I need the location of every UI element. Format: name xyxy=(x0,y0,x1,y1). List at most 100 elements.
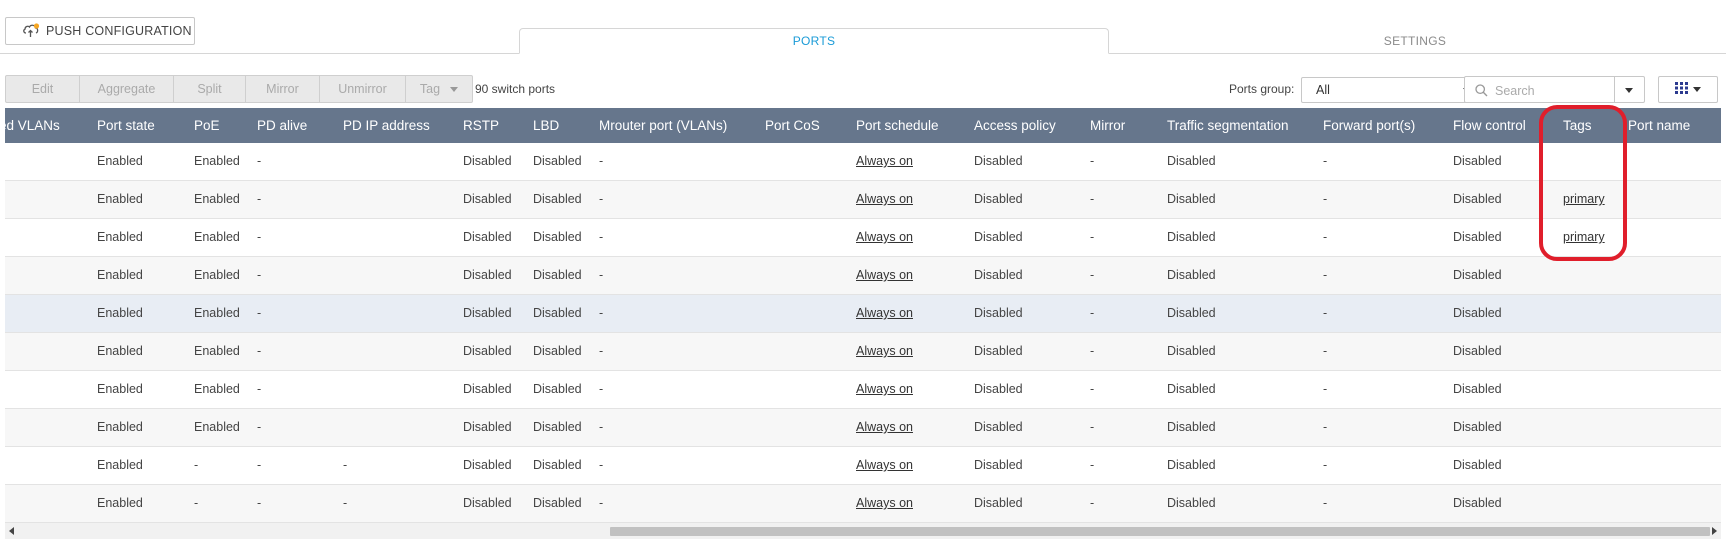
column-header[interactable]: Traffic segmentation xyxy=(1167,108,1289,143)
table-cell: Disabled xyxy=(974,344,1023,358)
column-header[interactable]: PD alive xyxy=(257,108,307,143)
table-cell: - xyxy=(1323,496,1328,510)
table-cell: Enabled xyxy=(97,496,143,510)
column-header[interactable]: Forward port(s) xyxy=(1323,108,1415,143)
table-cell: - xyxy=(1323,420,1328,434)
table-row[interactable]: Enabled Enabled - Disabled Disabled - Always o… xyxy=(5,371,1721,409)
table-cell-link[interactable]: Always on xyxy=(856,485,913,522)
table-cell: - xyxy=(257,496,262,510)
table-row[interactable]: Enabled Enabled - Disabled Disabled - Always o… xyxy=(5,219,1721,257)
table-cell: Disabled xyxy=(533,154,582,168)
table-cell: Disabled xyxy=(1453,154,1502,168)
table-cell: - xyxy=(1323,154,1328,168)
scroll-left-icon[interactable] xyxy=(9,527,14,535)
ports-group-select[interactable]: All xyxy=(1301,77,1482,103)
table-row[interactable]: Enabled Enabled - Disabled Disabled - Always o… xyxy=(5,143,1721,181)
table-cell: - xyxy=(599,268,604,282)
column-chooser-button[interactable] xyxy=(1658,76,1718,103)
column-header[interactable]: Tags xyxy=(1563,108,1592,143)
table-cell: Enabled xyxy=(194,344,240,358)
aggregate-button[interactable]: Aggregate xyxy=(79,75,174,103)
table-cell-link[interactable]: Always on xyxy=(856,295,913,332)
table-cell: Disabled xyxy=(1453,306,1502,320)
switch-port-count: 90 switch ports xyxy=(475,82,556,96)
table-cell: - xyxy=(257,192,262,206)
column-header[interactable]: LBD xyxy=(533,108,559,143)
table-cell-link[interactable]: primary xyxy=(1563,181,1605,218)
table-cell-link[interactable]: Always on xyxy=(856,409,913,446)
table-row[interactable]: Enabled - - - Disabled Disabled - Always on Disa… xyxy=(5,485,1721,523)
edit-button[interactable]: Edit xyxy=(5,75,80,103)
table-cell: - xyxy=(343,496,348,510)
table-cell: - xyxy=(599,458,604,472)
column-header[interactable]: Port state xyxy=(97,108,155,143)
table-cell: Disabled xyxy=(974,420,1023,434)
table-cell: Disabled xyxy=(463,382,512,396)
split-button[interactable]: Split xyxy=(173,75,246,103)
port-actions-group: Edit Aggregate Split Mirror Unmirror Tag xyxy=(5,75,473,103)
table-row[interactable]: Enabled Enabled - Disabled Disabled - Always o… xyxy=(5,409,1721,447)
table-cell: Disabled xyxy=(463,230,512,244)
table-cell: - xyxy=(1090,344,1095,358)
table-row[interactable]: Enabled Enabled - Disabled Disabled - Always o… xyxy=(5,333,1721,371)
horizontal-scrollbar[interactable] xyxy=(5,523,1721,539)
column-header[interactable]: Port CoS xyxy=(765,108,820,143)
table-row[interactable]: Enabled Enabled - Disabled Disabled - Always o… xyxy=(5,295,1721,333)
table-cell: Enabled xyxy=(97,458,143,472)
tab-ports[interactable]: PORTS xyxy=(519,28,1109,54)
table-header: ed VLANs Port state PoE PD alive PD IP addre… xyxy=(5,108,1721,143)
table-cell: Disabled xyxy=(1167,268,1216,282)
table-cell: - xyxy=(1090,382,1095,396)
mirror-button[interactable]: Mirror xyxy=(245,75,320,103)
table-cell-link[interactable]: Always on xyxy=(856,371,913,408)
table-cell: - xyxy=(257,344,262,358)
table-cell-link[interactable]: primary xyxy=(1563,219,1605,256)
table-row[interactable]: Enabled - - - Disabled Disabled - Always on Disa… xyxy=(5,447,1721,485)
table-cell: Disabled xyxy=(974,268,1023,282)
tab-settings[interactable]: SETTINGS xyxy=(1110,28,1720,54)
table-cell: Disabled xyxy=(463,344,512,358)
table-cell: Enabled xyxy=(97,192,143,206)
table-cell: Disabled xyxy=(1453,230,1502,244)
table-cell: Disabled xyxy=(1453,420,1502,434)
table-cell-link[interactable]: Always on xyxy=(856,143,913,180)
column-header[interactable]: ed VLANs xyxy=(5,108,60,143)
table-cell: - xyxy=(1323,458,1328,472)
tag-button[interactable]: Tag xyxy=(405,75,473,103)
column-header[interactable]: RSTP xyxy=(463,108,499,143)
table-cell: Disabled xyxy=(974,496,1023,510)
table-cell-link[interactable]: Always on xyxy=(856,181,913,218)
table-cell: - xyxy=(599,344,604,358)
table-cell-link[interactable]: Always on xyxy=(856,447,913,484)
push-configuration-button[interactable]: PUSH CONFIGURATION xyxy=(5,17,195,45)
table-cell: Disabled xyxy=(974,154,1023,168)
table-cell: Disabled xyxy=(533,344,582,358)
column-header[interactable]: Port schedule xyxy=(856,108,939,143)
table-cell: Enabled xyxy=(194,268,240,282)
table-cell: Disabled xyxy=(1167,458,1216,472)
table-cell-link[interactable]: Always on xyxy=(856,257,913,294)
column-header[interactable]: Flow control xyxy=(1453,108,1526,143)
column-header[interactable]: PoE xyxy=(194,108,220,143)
unmirror-button[interactable]: Unmirror xyxy=(319,75,406,103)
table-cell-link[interactable]: Always on xyxy=(856,333,913,370)
scroll-right-icon[interactable] xyxy=(1712,527,1717,535)
column-header[interactable]: Access policy xyxy=(974,108,1056,143)
push-configuration-label: PUSH CONFIGURATION xyxy=(46,24,192,38)
table-cell: Disabled xyxy=(1453,268,1502,282)
table-cell: Disabled xyxy=(533,382,582,396)
column-header[interactable]: Mirror xyxy=(1090,108,1125,143)
table-cell: Disabled xyxy=(533,496,582,510)
table-cell: - xyxy=(257,382,262,396)
table-row[interactable]: Enabled Enabled - Disabled Disabled - Always o… xyxy=(5,257,1721,295)
column-header[interactable]: Port name xyxy=(1628,108,1690,143)
search-input[interactable] xyxy=(1493,81,1607,101)
table-cell: - xyxy=(194,496,199,510)
table-cell: Disabled xyxy=(1167,382,1216,396)
search-dropdown-button[interactable] xyxy=(1614,76,1645,103)
column-header[interactable]: PD IP address xyxy=(343,108,430,143)
column-header[interactable]: Mrouter port (VLANs) xyxy=(599,108,727,143)
table-row[interactable]: Enabled Enabled - Disabled Disabled - Always o… xyxy=(5,181,1721,219)
scrollbar-thumb[interactable] xyxy=(610,527,1710,536)
table-cell-link[interactable]: Always on xyxy=(856,219,913,256)
